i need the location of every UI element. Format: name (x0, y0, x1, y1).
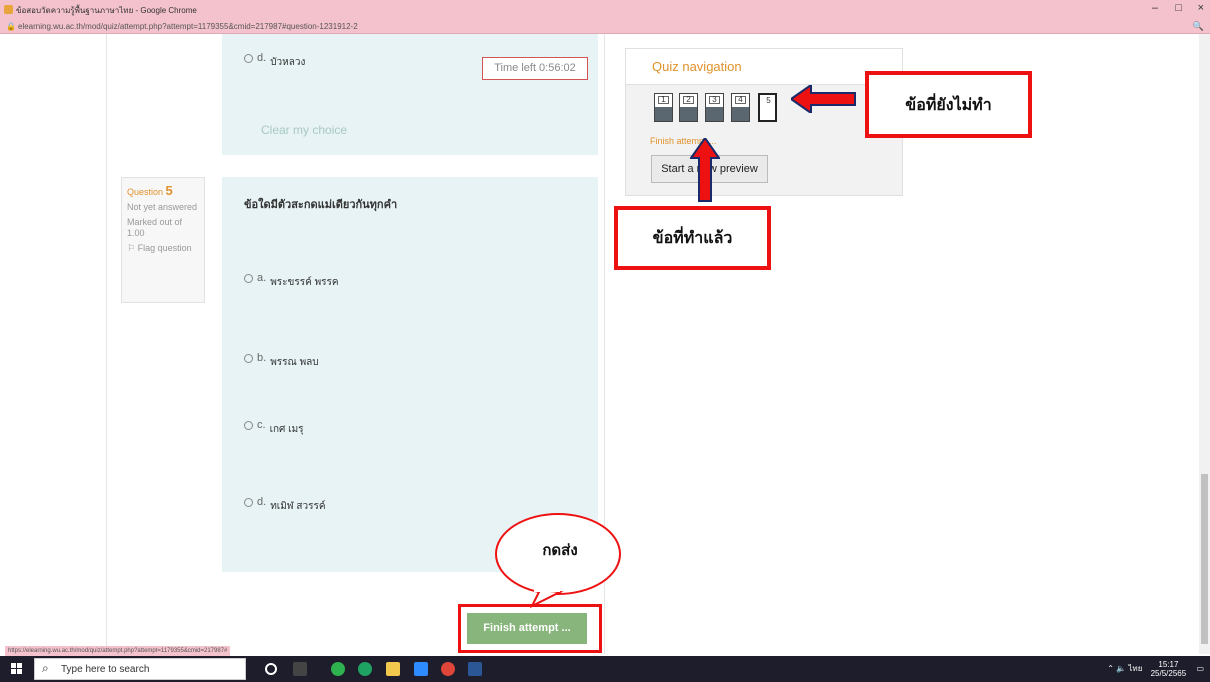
status-url: https://elearning.wu.ac.th/mod/quiz/atte… (5, 646, 231, 656)
nav-number: 1 (661, 95, 666, 104)
annotation-done-label: ข้อที่ทำแล้ว (614, 206, 771, 270)
clock[interactable]: 15:17 25/5/2565 (1151, 660, 1187, 678)
windows-taskbar: ⌕ Type here to search ⌃ 🔈 ไทย 15:17 25/5… (0, 656, 1210, 682)
clear-choice-link[interactable]: Clear my choice (261, 123, 347, 137)
question-marks: Marked out of 1.00 (127, 217, 183, 238)
lock-icon: 🔒 (6, 22, 16, 31)
question-label: Question (127, 187, 164, 197)
nav-question-4[interactable]: 4 (731, 93, 750, 122)
question-5-text: ข้อใดมีตัวสะกดแม่เดียวกันทุกคำ (244, 199, 398, 211)
tray-icons[interactable]: ⌃ 🔈 (1107, 664, 1128, 673)
scrollbar[interactable] (1199, 34, 1210, 654)
file-explorer-icon[interactable] (386, 662, 400, 676)
quiz-navigation-header: Quiz navigation (626, 49, 902, 85)
nav-question-1[interactable]: 1 (654, 93, 673, 122)
answered-fill (655, 107, 672, 121)
nav-number: 3 (712, 95, 717, 104)
question-5-option-d[interactable]: d. ทเมิฬ สวรรค์ (244, 496, 326, 514)
zoom-app-icon[interactable] (414, 662, 428, 676)
notification-icon[interactable]: ▭ (1196, 664, 1204, 673)
search-placeholder: Type here to search (61, 664, 150, 675)
radio-icon[interactable] (244, 273, 253, 283)
question-4-option-d[interactable]: d. บัวหลวง (244, 52, 305, 70)
windows-start-icon[interactable] (11, 663, 23, 675)
language-indicator[interactable]: ไทย (1128, 664, 1142, 673)
arrow-up-icon (690, 138, 720, 202)
divider (106, 34, 107, 654)
option-letter: c. (257, 419, 266, 432)
url-text[interactable]: elearning.wu.ac.th/mod/quiz/attempt.php?… (18, 22, 358, 31)
line-app-icon[interactable] (331, 662, 345, 676)
question-number: Question 5 (127, 183, 199, 198)
option-letter: b. (257, 352, 267, 365)
radio-icon[interactable] (244, 497, 253, 507)
option-text: ทเมิฬ สวรรค์ (270, 501, 326, 512)
finish-attempt-button[interactable]: Finish attempt ... (467, 613, 587, 644)
option-letter: d. (257, 496, 267, 509)
nav-number: 2 (686, 95, 691, 104)
task-view-icon[interactable] (293, 662, 307, 676)
speech-bubble-icon (495, 513, 621, 609)
arrow-left-icon (791, 85, 856, 113)
scrollbar-thumb[interactable] (1201, 474, 1208, 644)
clock-time: 15:17 (1158, 660, 1179, 669)
flag-icon: ⚐ (127, 243, 138, 253)
question-5-option-a[interactable]: a. พระขรรค์ พรรค (244, 272, 339, 290)
nav-question-2[interactable]: 2 (679, 93, 698, 122)
clock-date: 25/5/2565 (1150, 669, 1187, 678)
cortana-icon[interactable] (265, 663, 277, 675)
question-status: Not yet answered (127, 202, 198, 212)
option-text: พรรณ พลบ (270, 357, 319, 368)
chrome-icon[interactable] (441, 662, 455, 676)
option-text: บัวหลวง (270, 57, 306, 68)
minimize-button[interactable]: – (1152, 2, 1158, 14)
tab-favicon-icon (4, 5, 13, 14)
system-tray: ⌃ 🔈 ไทย 15:17 25/5/2565 ▭ (1107, 660, 1204, 678)
taskbar-search-box[interactable]: ⌕ Type here to search (34, 658, 246, 680)
radio-icon[interactable] (244, 420, 253, 430)
question-num-value: 5 (165, 183, 173, 198)
page-content: d. บัวหลวง Time left 0:56:02 Clear my cho… (0, 34, 1210, 654)
window-title: ข้อสอบวัดความรู้พื้นฐานภาษาไทย - Google … (16, 6, 197, 15)
option-text: พระขรรค์ พรรค (270, 277, 339, 288)
word-icon[interactable] (468, 662, 482, 676)
question-5-option-c[interactable]: c. เกศ เมรุ (244, 419, 304, 437)
maximize-button[interactable]: □ (1175, 2, 1182, 14)
quiz-navigation-title: Quiz navigation (652, 59, 742, 74)
answered-fill (706, 107, 723, 121)
answered-fill (732, 107, 749, 121)
address-bar[interactable]: 🔒 elearning.wu.ac.th/mod/quiz/attempt.ph… (0, 20, 1210, 34)
flag-label: Flag question (137, 243, 192, 253)
edge-icon[interactable] (358, 662, 372, 676)
question-5-option-b[interactable]: b. พรรณ พลบ (244, 352, 319, 370)
nav-number: 4 (738, 95, 743, 104)
radio-icon[interactable] (244, 53, 253, 63)
close-button[interactable]: × (1198, 2, 1204, 14)
option-letter: a. (257, 272, 267, 285)
annotation-submit-label: กดส่ง (542, 541, 578, 559)
question-5-info: Question 5 Not yet answered Marked out o… (121, 177, 205, 303)
annotation-not-done-label: ข้อที่ยังไม่ทำ (865, 71, 1032, 138)
flag-question-link[interactable]: ⚐ Flag question (127, 243, 199, 254)
option-letter: d. (257, 52, 267, 65)
radio-icon[interactable] (244, 353, 253, 363)
search-icon: ⌕ (42, 661, 49, 675)
answered-fill (680, 107, 697, 121)
nav-number: 5 (766, 96, 771, 105)
zoom-icon[interactable]: 🔍 (1193, 21, 1204, 32)
nav-question-3[interactable]: 3 (705, 93, 724, 122)
screen: ข้อสอบวัดความรู้พื้นฐานภาษาไทย - Google … (0, 0, 1210, 682)
nav-question-5[interactable]: 5 (758, 93, 777, 122)
browser-titlebar: ข้อสอบวัดความรู้พื้นฐานภาษาไทย - Google … (0, 0, 1210, 20)
option-text: เกศ เมรุ (269, 424, 304, 435)
time-left-badge: Time left 0:56:02 (482, 57, 588, 80)
